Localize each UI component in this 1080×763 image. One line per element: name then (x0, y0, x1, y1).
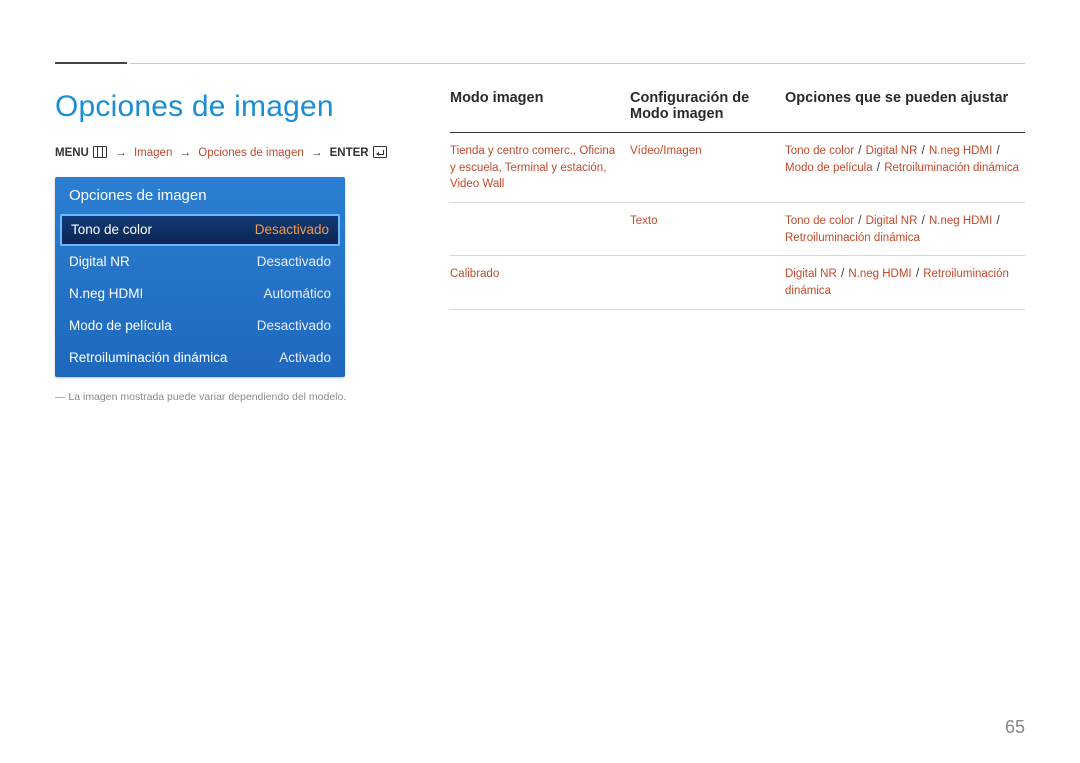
option-term: Digital NR (866, 145, 918, 157)
table-header-opciones-ajustar: Opciones que se pueden ajustar (785, 90, 1025, 122)
osd-menu-item-label: Modo de película (69, 318, 172, 333)
separator: / (993, 145, 999, 157)
top-accent-bar (55, 62, 127, 64)
breadcrumb-imagen: Imagen (134, 147, 172, 159)
osd-menu-item[interactable]: Modo de película Desactivado (55, 310, 345, 342)
option-term: Digital NR (785, 268, 837, 280)
separator: / (918, 215, 928, 227)
breadcrumb-opciones: Opciones de imagen (198, 147, 303, 159)
osd-menu-item[interactable]: N.neg HDMI Automático (55, 278, 345, 310)
osd-menu-item-label: Digital NR (69, 254, 130, 269)
page-content: Opciones de imagen MENU → Imagen → Opcio… (0, 0, 1080, 433)
cell-modo-imagen: Calibrado (450, 266, 620, 299)
arrow-icon: → (115, 147, 127, 159)
breadcrumb: MENU → Imagen → Opciones de imagen → ENT… (55, 146, 395, 159)
footnote-text: ― La imagen mostrada puede variar depend… (55, 391, 395, 403)
cell-opciones-ajustar: Digital NR / N.neg HDMI / Retroiluminaci… (785, 266, 1025, 299)
top-rule (130, 63, 1025, 64)
separator: / (993, 215, 999, 227)
menu-grid-icon (93, 146, 107, 158)
osd-menu-item-label: Retroiluminación dinámica (69, 350, 227, 365)
right-column: Modo imagen Configuración de Modo imagen… (450, 50, 1025, 403)
cell-config-modo: Vídeo/Imagen (630, 143, 775, 193)
breadcrumb-menu: MENU (55, 147, 89, 159)
separator: / (918, 145, 928, 157)
cell-modo-imagen: Tienda y centro comerc., Oficina y escue… (450, 143, 620, 193)
options-table: Modo imagen Configuración de Modo imagen… (450, 90, 1025, 310)
cell-opciones-ajustar: Tono de color / Digital NR / N.neg HDMI … (785, 213, 1025, 246)
osd-menu-header: Opciones de imagen (55, 177, 345, 214)
separator: / (838, 268, 848, 280)
table-row: Texto Tono de color / Digital NR / N.neg … (450, 203, 1025, 256)
option-term: Retroiluminación dinámica (785, 232, 920, 244)
enter-icon (373, 146, 387, 158)
option-term: Modo de película (785, 162, 873, 174)
option-term: Tono de color (785, 215, 854, 227)
table-header-config-modo: Configuración de Modo imagen (630, 90, 775, 122)
table-header-modo-imagen: Modo imagen (450, 90, 620, 122)
table-header-row: Modo imagen Configuración de Modo imagen… (450, 90, 1025, 133)
option-term: Retroiluminación dinámica (884, 162, 1019, 174)
osd-menu-item-label: N.neg HDMI (69, 286, 143, 301)
osd-menu-panel: Opciones de imagen Tono de color Desactiv… (55, 177, 345, 377)
cell-opciones-ajustar: Tono de color / Digital NR / N.neg HDMI … (785, 143, 1025, 193)
separator: / (855, 145, 865, 157)
osd-menu-item-value: Desactivado (255, 222, 329, 237)
breadcrumb-enter: ENTER (330, 147, 369, 159)
page-title: Opciones de imagen (55, 90, 395, 124)
table-row: Tienda y centro comerc., Oficina y escue… (450, 133, 1025, 203)
option-term: Digital NR (866, 215, 918, 227)
option-term: Tono de color (785, 145, 854, 157)
osd-menu-item[interactable]: Retroiluminación dinámica Activado (55, 342, 345, 377)
left-column: Opciones de imagen MENU → Imagen → Opcio… (55, 50, 395, 403)
separator: / (874, 162, 884, 174)
arrow-icon: → (180, 147, 192, 159)
osd-menu-item-value: Activado (279, 350, 331, 365)
separator: / (913, 268, 923, 280)
cell-modo-imagen (450, 213, 620, 246)
cell-config-modo: Texto (630, 213, 775, 246)
page-number: 65 (1005, 717, 1025, 738)
option-term: N.neg HDMI (848, 268, 911, 280)
osd-menu-item-value: Desactivado (257, 254, 331, 269)
osd-menu-item[interactable]: Digital NR Desactivado (55, 246, 345, 278)
table-row: Calibrado Digital NR / N.neg HDMI / Retro… (450, 256, 1025, 309)
option-term: N.neg HDMI (929, 215, 992, 227)
arrow-icon: → (311, 147, 323, 159)
cell-config-modo (630, 266, 775, 299)
osd-menu-item-value: Desactivado (257, 318, 331, 333)
osd-menu-item-label: Tono de color (71, 222, 152, 237)
osd-menu-item-value: Automático (263, 286, 331, 301)
separator: / (855, 215, 865, 227)
option-term: N.neg HDMI (929, 145, 992, 157)
osd-menu-item[interactable]: Tono de color Desactivado (60, 214, 340, 246)
